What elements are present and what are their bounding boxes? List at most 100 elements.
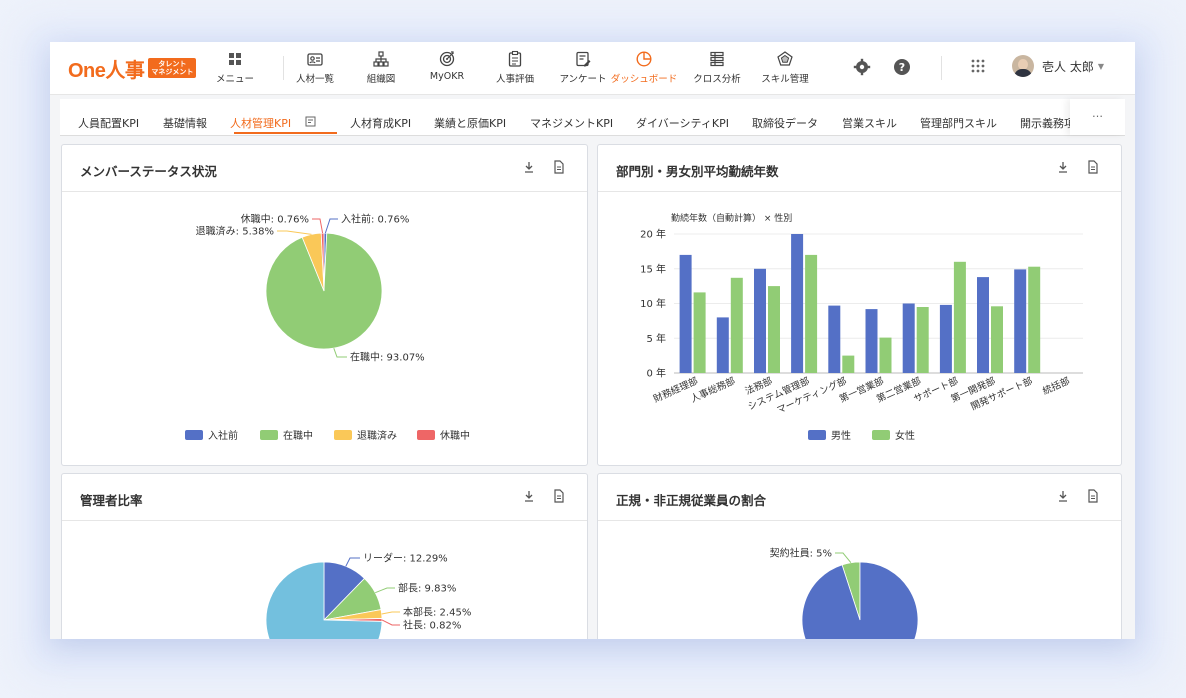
bar [1014, 269, 1027, 373]
org-chart-icon [346, 50, 416, 68]
nav-item[interactable]: アンケート [548, 48, 618, 88]
card-header: 部門別・男女別平均勤続年数 [598, 145, 1121, 192]
legend-swatch [260, 430, 278, 440]
tab-settings-icon[interactable] [305, 116, 316, 130]
nav-item[interactable]: 人材一覧 [280, 48, 350, 88]
top-navigation: One人事 タレント マネジメント メニュー 人材一覧 組織図 MyOKR 人事評価 アンケ… [50, 42, 1135, 95]
tab-item[interactable]: 業績と原価KPI [434, 115, 506, 131]
download-icon[interactable] [1057, 159, 1069, 173]
status-pie-chart: 入社前: 0.76% 在職中: 93.07% 退職済み: 5.38%休職中: 0.7… [185, 213, 470, 442]
nav-item[interactable]: ダッシュボード [609, 48, 679, 88]
legend-label: 退職済み [357, 429, 397, 442]
card-header: メンバーステータス状況 [62, 145, 587, 192]
nav-item[interactable]: MyOKR [412, 48, 482, 88]
bar [805, 254, 818, 373]
tab-item[interactable]: 人材管理KPI [230, 115, 291, 131]
export-file-icon[interactable] [1087, 488, 1099, 503]
app-logo[interactable]: One人事 タレント マネジメント [68, 56, 197, 82]
nav-item[interactable]: 人事評価 [480, 48, 550, 88]
legend-label: 在職中 [283, 429, 313, 442]
tab-item[interactable]: 人員配置KPI [78, 115, 139, 131]
tab-item[interactable]: 開示義務項 [1020, 115, 1075, 131]
label-leader-line [345, 557, 360, 567]
label-leader-line [835, 552, 852, 564]
pie-slice [801, 561, 919, 639]
bar [1028, 266, 1041, 373]
bar [939, 304, 952, 373]
status-card: メンバーステータス状況 入社前: 0.76% 在職中: 93.07% 退職済み: 5… [61, 144, 588, 466]
dashboard-tab-bar: 人員配置KPI 基礎情報 人材管理KPI 人材育成KPI 業績と原価KPI マネジメントK… [60, 99, 1125, 136]
bar [902, 303, 915, 373]
download-icon[interactable] [523, 488, 535, 502]
tab-item[interactable]: ダイバーシティKPI [636, 115, 729, 131]
user-menu[interactable]: 壱人 太郎 ▼ [1012, 55, 1104, 77]
bar [865, 309, 878, 373]
bar [730, 277, 743, 373]
export-file-icon[interactable] [553, 488, 565, 503]
data-label: 休職中: 0.76% [241, 213, 309, 226]
tab-item[interactable]: 管理部門スキル [920, 115, 997, 131]
nav-item[interactable]: スキル管理 [750, 48, 820, 88]
card-title: 正規・非正規従業員の割合 [616, 493, 767, 508]
help-icon[interactable]: ? [893, 58, 911, 80]
chevron-down-icon: ▼ [1097, 61, 1104, 71]
bar [953, 261, 966, 373]
managers-card: 管理者比率 リーダー: 12.29% 部長: 9.83% 本部長: 2.45% 社長:… [61, 473, 588, 639]
legend-swatch [417, 430, 435, 440]
more-tabs-button[interactable]: … [1070, 99, 1125, 135]
nav-divider [283, 56, 284, 80]
label-leader-line [375, 587, 395, 594]
tab-item[interactable]: 基礎情報 [163, 115, 207, 131]
download-icon[interactable] [523, 159, 535, 173]
y-tick-label: 0 年 [646, 367, 666, 380]
legend-label: 休職中 [440, 429, 470, 442]
apps-grid-icon[interactable] [970, 58, 986, 78]
bar [791, 234, 804, 373]
card-title: 管理者比率 [80, 493, 143, 508]
export-file-icon[interactable] [1087, 159, 1099, 174]
nav-item[interactable]: 組織図 [346, 48, 416, 88]
chart-subtitle: 勤続年数（自動計算） × 性別 [671, 212, 792, 224]
y-tick-label: 5 年 [646, 332, 666, 345]
tab-item[interactable]: 人材育成KPI [350, 115, 411, 131]
data-label: 在職中: 93.07% [350, 351, 425, 364]
app-window: One人事 タレント マネジメント メニュー 人材一覧 組織図 MyOKR 人事評価 アンケ… [50, 42, 1135, 639]
legend-swatch [334, 430, 352, 440]
gear-icon[interactable] [853, 58, 871, 80]
pie-chart-icon [609, 50, 679, 68]
svg-text:?: ? [899, 61, 905, 74]
bar [991, 306, 1003, 373]
bar [693, 292, 706, 373]
nav-item-label: メニュー [215, 74, 254, 85]
nav-item[interactable]: クロス分析 [682, 48, 752, 88]
tab-item[interactable]: マネジメントKPI [530, 115, 613, 131]
target-icon [412, 50, 482, 68]
tab-item[interactable]: 営業スキル [842, 115, 897, 131]
id-card-icon [280, 50, 350, 68]
logo-badge: タレント マネジメント [148, 58, 197, 78]
bar [828, 305, 841, 373]
cross-analysis-icon [682, 50, 752, 68]
card-header: 管理者比率 [62, 474, 587, 521]
bar [842, 355, 855, 373]
card-title: 部門別・男女別平均勤続年数 [616, 164, 779, 179]
data-label: 社長: 0.82% [403, 619, 461, 632]
legend-label: 男性 [831, 429, 851, 442]
download-icon[interactable] [1057, 488, 1069, 502]
legend-swatch [872, 430, 890, 440]
employment-card: 正規・非正規従業員の割合 契約社員: 5% [597, 473, 1122, 639]
bar [754, 268, 766, 374]
label-leader-line [312, 218, 324, 234]
label-leader-line [381, 611, 400, 615]
y-tick-label: 15 年 [640, 262, 666, 275]
clipboard-icon [480, 50, 550, 68]
nav-item-label: アンケート [559, 74, 607, 85]
nav-item-label: ダッシュボード [610, 74, 678, 85]
export-file-icon[interactable] [553, 159, 565, 174]
nav-item-label: クロス分析 [693, 74, 741, 85]
nav-item[interactable]: メニュー [200, 48, 270, 88]
tab-item[interactable]: 取締役データ [752, 115, 818, 131]
data-label: 入社前: 0.76% [341, 213, 409, 226]
nav-item-label: 組織図 [366, 74, 396, 85]
legend-label: 入社前 [208, 429, 238, 442]
